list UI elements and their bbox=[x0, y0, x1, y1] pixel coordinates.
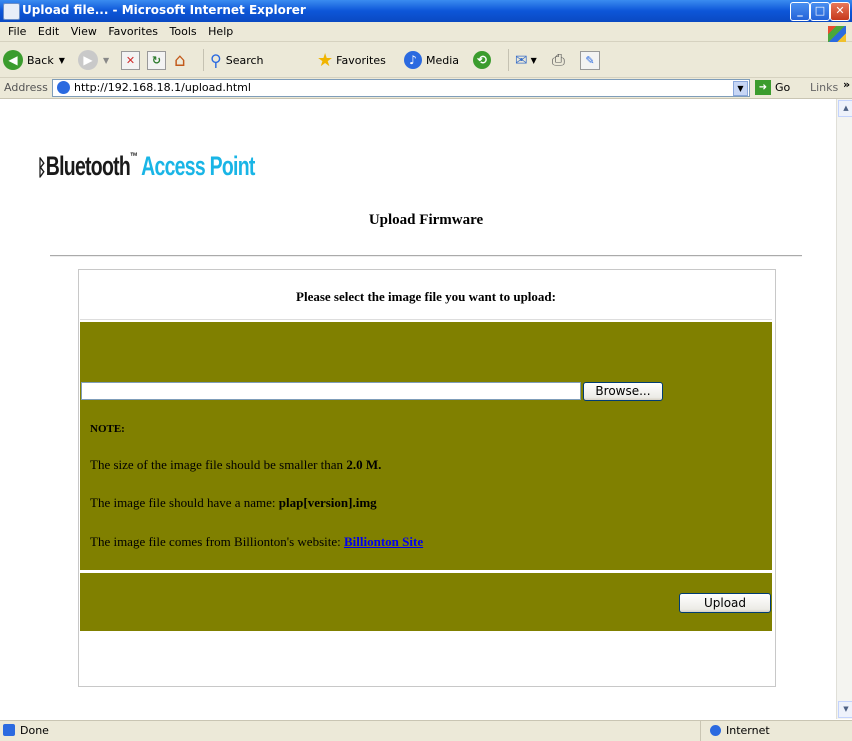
logo-tm: ™ bbox=[130, 151, 138, 163]
forward-button[interactable]: ▶ ▼ bbox=[78, 49, 109, 71]
status-bar: Done Internet bbox=[0, 720, 852, 741]
mail-button[interactable]: ✉ ▼ bbox=[508, 49, 537, 71]
ie-status-icon bbox=[3, 724, 15, 736]
print-button[interactable]: ⎙ bbox=[552, 49, 565, 71]
source-note: The image file comes from Billionton's w… bbox=[90, 534, 423, 550]
address-bar: Address http://192.168.18.1/upload.html … bbox=[0, 78, 852, 99]
mail-icon: ✉ bbox=[515, 51, 528, 69]
stop-button[interactable]: ✕ bbox=[121, 49, 140, 71]
size-note: The size of the image file should be sma… bbox=[90, 457, 381, 473]
search-label: Search bbox=[225, 53, 264, 67]
ie-page-icon bbox=[57, 81, 70, 94]
favorites-button[interactable]: ★ Favorites bbox=[317, 49, 386, 71]
billionton-site-link[interactable]: Billionton Site bbox=[344, 534, 423, 549]
window-title: Upload file... - Microsoft Internet Expl… bbox=[22, 3, 306, 17]
divider bbox=[50, 255, 802, 257]
page-title: Upload Firmware bbox=[368, 212, 484, 228]
close-button[interactable]: ✕ bbox=[830, 2, 850, 21]
address-input[interactable]: http://192.168.18.1/upload.html ▼ bbox=[52, 79, 750, 97]
edit-page-icon: ✎ bbox=[580, 50, 600, 70]
forward-arrow-icon: ▶ bbox=[78, 50, 98, 70]
ie-page-icon bbox=[3, 3, 20, 20]
instruction-text: Please select the image file you want to… bbox=[80, 271, 772, 320]
menu-edit[interactable]: Edit bbox=[38, 25, 59, 38]
links-chevron-icon[interactable]: » bbox=[843, 78, 850, 91]
minimize-button[interactable]: _ bbox=[790, 2, 810, 21]
logo-access-point-text: Access Point bbox=[141, 151, 255, 181]
name-note: The image file should have a name: plap[… bbox=[90, 495, 377, 511]
name-note-text: The image file should have a name: bbox=[90, 495, 276, 510]
menu-tools[interactable]: Tools bbox=[170, 25, 197, 38]
back-arrow-icon: ◀ bbox=[3, 50, 23, 70]
home-button[interactable]: ⌂ bbox=[174, 49, 185, 71]
back-label: Back bbox=[27, 53, 54, 67]
mail-dropdown-icon[interactable]: ▼ bbox=[531, 56, 537, 65]
upload-action-section bbox=[80, 573, 772, 631]
vertical-scrollbar[interactable]: ▲ ▼ bbox=[836, 99, 852, 719]
search-icon: ⚲ bbox=[210, 50, 222, 70]
bluetooth-rune-icon: ᛒ bbox=[37, 155, 47, 180]
history-icon: ⟲ bbox=[473, 51, 491, 69]
favorites-label: Favorites bbox=[336, 53, 386, 67]
note-label: NOTE: bbox=[90, 423, 125, 435]
address-url: http://192.168.18.1/upload.html bbox=[74, 81, 251, 94]
edit-button[interactable]: ✎ bbox=[580, 49, 600, 71]
search-button[interactable]: ⚲ Search bbox=[203, 49, 264, 71]
toolbar: ◀ Back ▼ ▶ ▼ ✕ ↻ ⌂ ⚲ Search ★ Favorites … bbox=[0, 42, 852, 78]
address-dropdown-icon[interactable]: ▼ bbox=[733, 81, 748, 96]
print-icon: ⎙ bbox=[552, 50, 565, 69]
menu-help[interactable]: Help bbox=[208, 25, 233, 38]
scroll-down-icon[interactable]: ▼ bbox=[838, 701, 852, 718]
page-viewport: ᛒBluetooth™ Access Point Upload Firmware… bbox=[0, 99, 836, 719]
size-note-text: The size of the image file should be sma… bbox=[90, 457, 344, 472]
favorites-star-icon: ★ bbox=[317, 49, 334, 71]
go-button[interactable]: ➜ Go bbox=[755, 80, 790, 95]
file-select-section bbox=[80, 322, 772, 570]
media-label: Media bbox=[426, 53, 460, 67]
internet-zone-icon bbox=[710, 725, 721, 736]
windows-logo-icon bbox=[828, 26, 846, 42]
go-arrow-icon: ➜ bbox=[755, 80, 771, 95]
forward-dropdown-icon[interactable]: ▼ bbox=[103, 56, 109, 65]
bluetooth-logo: ᛒBluetooth™ Access Point bbox=[37, 151, 255, 182]
menu-favorites[interactable]: Favorites bbox=[108, 25, 158, 38]
media-icon: ♪ bbox=[404, 51, 422, 69]
size-note-value: 2.0 M. bbox=[346, 457, 382, 472]
stop-icon: ✕ bbox=[121, 50, 140, 70]
go-label: Go bbox=[775, 81, 791, 94]
title-bar[interactable]: Upload file... - Microsoft Internet Expl… bbox=[0, 0, 852, 22]
history-button[interactable]: ⟲ bbox=[473, 49, 491, 71]
status-text: Done bbox=[20, 724, 49, 737]
browse-button[interactable]: Browse... bbox=[583, 382, 663, 401]
menu-view[interactable]: View bbox=[71, 25, 97, 38]
refresh-button[interactable]: ↻ bbox=[147, 49, 166, 71]
maximize-button[interactable]: □ bbox=[810, 2, 830, 21]
zone-text: Internet bbox=[726, 724, 770, 737]
name-note-value: plap[version].img bbox=[278, 495, 377, 510]
media-button[interactable]: ♪ Media bbox=[404, 49, 459, 71]
links-label[interactable]: Links bbox=[810, 81, 838, 94]
menu-file[interactable]: File bbox=[8, 25, 26, 38]
refresh-icon: ↻ bbox=[147, 50, 166, 70]
logo-bluetooth-text: Bluetooth bbox=[45, 151, 131, 181]
address-label: Address bbox=[4, 81, 48, 94]
home-icon: ⌂ bbox=[174, 49, 186, 71]
menu-bar: File Edit View Favorites Tools Help bbox=[0, 22, 852, 42]
back-dropdown-icon[interactable]: ▼ bbox=[59, 56, 65, 65]
file-path-input[interactable] bbox=[81, 382, 581, 400]
back-button[interactable]: ◀ Back ▼ bbox=[3, 49, 65, 71]
scroll-up-icon[interactable]: ▲ bbox=[838, 100, 852, 117]
source-note-text: The image file comes from Billionton's w… bbox=[90, 534, 341, 549]
upload-button[interactable]: Upload bbox=[679, 593, 771, 613]
